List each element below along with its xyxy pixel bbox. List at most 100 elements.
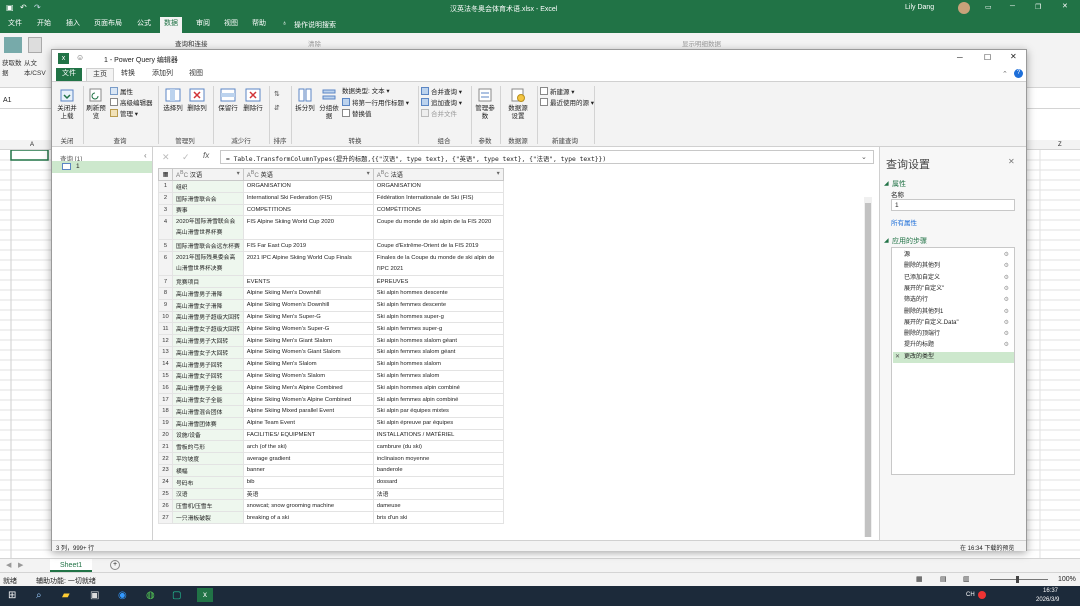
- table-cell[interactable]: Alpine Skiing Men's Giant Slalom: [242, 334, 374, 347]
- new-source-button[interactable]: 新建源 ▾: [540, 87, 575, 97]
- table-row[interactable]: 18 高山滑雪混合团体 Alpine Skiing Mixed parallel E…: [158, 404, 504, 418]
- row-number[interactable]: 20: [158, 428, 173, 442]
- table-cell[interactable]: Ski alpin hommes slalom: [372, 357, 504, 371]
- table-cell[interactable]: International Ski Federation (FIS): [242, 191, 374, 205]
- tab-page-layout[interactable]: 页面布局: [90, 17, 126, 33]
- applied-step[interactable]: 已添加自定义 ⚙: [893, 273, 1014, 284]
- zoom-slider-thumb[interactable]: [1016, 576, 1019, 583]
- accept-formula-icon[interactable]: ✓: [182, 152, 190, 163]
- row-number[interactable]: 14: [158, 357, 173, 371]
- zoom-slider[interactable]: [990, 579, 1048, 580]
- table-row[interactable]: 5 国际滑雪联合会远东杯赛 FIS Far East Cup 2019 Coupe d…: [158, 239, 504, 253]
- table-cell[interactable]: 一只滑板破裂: [172, 511, 244, 524]
- cancel-formula-icon[interactable]: ✕: [162, 152, 170, 163]
- table-cell[interactable]: Alpine Skiing Men's Super-G: [242, 310, 374, 324]
- column-header-french[interactable]: ABC 法语 ▾: [372, 168, 504, 181]
- step-settings-icon[interactable]: ⚙: [1004, 273, 1009, 284]
- applied-step[interactable]: 删除的顶端行 ⚙: [893, 329, 1014, 340]
- table-row[interactable]: 22 平均坡度 average gradient inclinaison moyenn…: [158, 452, 504, 465]
- row-number[interactable]: 18: [158, 404, 173, 418]
- table-cell[interactable]: 高山滑雪女子超级大回转: [172, 322, 244, 336]
- clear-button[interactable]: 清除: [308, 38, 321, 48]
- table-row[interactable]: 2 国际滑雪联合会 International Ski Federation (FI…: [158, 191, 504, 205]
- table-cell[interactable]: bib: [242, 475, 374, 489]
- step-settings-icon[interactable]: ⚙: [1004, 261, 1009, 272]
- row-number[interactable]: 16: [158, 381, 173, 395]
- input-language[interactable]: CH: [966, 592, 975, 598]
- table-cell[interactable]: inclinaison moyenne: [372, 452, 504, 465]
- table-cell[interactable]: Alpine Skiing Women's Slalom: [242, 369, 374, 383]
- row-number[interactable]: 10: [158, 310, 173, 324]
- table-cell[interactable]: 国际滑雪联合会: [172, 191, 244, 205]
- avatar[interactable]: [958, 2, 970, 14]
- table-cell[interactable]: Alpine Skiing Women's Downhill: [242, 298, 374, 312]
- table-cell[interactable]: 雪板的弓形: [172, 440, 244, 454]
- row-number[interactable]: 4: [158, 215, 173, 241]
- step-settings-icon[interactable]: ⚙: [1004, 318, 1009, 329]
- page-layout-view-icon[interactable]: ▤: [940, 575, 947, 583]
- keep-rows-button[interactable]: 保留行: [217, 87, 239, 113]
- choose-columns-button[interactable]: 选择列: [162, 87, 184, 113]
- table-cell[interactable]: Ski alpin femmes slalom: [372, 369, 504, 383]
- tab-file[interactable]: 文件: [4, 17, 26, 33]
- redo-icon[interactable]: ↷: [34, 3, 41, 12]
- row-number[interactable]: 23: [158, 463, 173, 477]
- pq-close-icon[interactable]: ✕: [1010, 52, 1017, 61]
- table-cell[interactable]: 法语: [372, 487, 504, 501]
- row-number[interactable]: 6: [158, 251, 173, 277]
- row-number[interactable]: 12: [158, 334, 173, 347]
- step-settings-icon[interactable]: ⚙: [1004, 340, 1009, 351]
- table-cell[interactable]: Alpine Skiing Men's Downhill: [242, 286, 374, 300]
- refresh-preview-button[interactable]: 刷新预览: [85, 87, 107, 121]
- table-cell[interactable]: FIS Far East Cup 2019: [242, 239, 374, 253]
- table-row[interactable]: 7 竞赛项目 EVENTS ÉPREUVES: [158, 275, 504, 288]
- table-cell[interactable]: Ski alpin épreuve par équipes: [372, 416, 504, 430]
- table-row[interactable]: 9 高山滑雪女子滑降 Alpine Skiing Women's Downhill S…: [158, 298, 504, 312]
- step-settings-icon[interactable]: ⚙: [1004, 307, 1009, 318]
- from-csv-button[interactable]: 从文本/CSV: [24, 57, 46, 77]
- collapse-properties-icon[interactable]: ◢: [884, 180, 889, 187]
- table-cell[interactable]: COMPÉTITIONS: [372, 203, 504, 217]
- row-number[interactable]: 7: [158, 275, 173, 288]
- pq-tab-home[interactable]: 主页: [86, 68, 114, 81]
- manage-button[interactable]: 管理 ▾: [110, 109, 138, 119]
- text-type-icon[interactable]: ABC: [247, 170, 259, 179]
- wechat-icon[interactable]: ◍: [146, 590, 155, 601]
- step-settings-icon[interactable]: ⚙: [1004, 329, 1009, 340]
- table-row[interactable]: 6 2021年国际残奥委会高山滑雪世界杯决赛 2021 IPC Alpine Ski…: [158, 251, 504, 277]
- table-cell[interactable]: Alpine Skiing Men's Alpine Combined: [242, 381, 374, 395]
- row-number[interactable]: 26: [158, 499, 173, 513]
- row-number[interactable]: 2: [158, 191, 173, 205]
- row-number[interactable]: 1: [158, 180, 173, 193]
- table-cell[interactable]: 设施/设备: [172, 428, 244, 442]
- status-accessibility[interactable]: 辅助功能: 一切就绪: [36, 576, 96, 586]
- table-cell[interactable]: cambrure (du ski): [372, 440, 504, 454]
- step-settings-icon[interactable]: ⚙: [1004, 295, 1009, 306]
- step-settings-icon[interactable]: ⚙: [1004, 250, 1009, 261]
- replace-values-button[interactable]: 替换值: [342, 109, 372, 119]
- table-cell[interactable]: Ski alpin femmes descente: [372, 298, 504, 312]
- col-a-header[interactable]: A: [30, 142, 34, 148]
- close-icon[interactable]: ✕: [1062, 2, 1068, 10]
- minimize-icon[interactable]: ─: [1010, 3, 1015, 10]
- recent-sources-button[interactable]: 最近使用的源 ▾: [540, 98, 594, 108]
- ime-icon[interactable]: [978, 591, 986, 599]
- table-cell[interactable]: dameuse: [372, 499, 504, 513]
- collapse-steps-icon[interactable]: ◢: [884, 237, 889, 244]
- table-cell[interactable]: 2021年国际残奥委会高山滑雪世界杯决赛: [172, 251, 244, 277]
- table-cell[interactable]: 汉语: [172, 487, 244, 501]
- row-number[interactable]: 24: [158, 475, 173, 489]
- table-row[interactable]: 13 高山滑雪女子大回转 Alpine Skiing Women's Giant S…: [158, 345, 504, 359]
- row-number[interactable]: 19: [158, 416, 173, 430]
- row-number[interactable]: 22: [158, 452, 173, 465]
- table-cell[interactable]: Fédération Internationale de Ski (FIS): [372, 191, 504, 205]
- table-cell[interactable]: 高山滑雪女子大回转: [172, 345, 244, 359]
- zoom-level[interactable]: 100%: [1058, 576, 1076, 583]
- column-header-english[interactable]: ABC 英语 ▾: [242, 168, 374, 181]
- text-type-icon[interactable]: ABC: [176, 170, 188, 179]
- close-load-button[interactable]: 关闭并上载: [54, 87, 80, 121]
- manage-parameters-button[interactable]: 管理参数: [473, 87, 497, 121]
- row-number[interactable]: 25: [158, 487, 173, 501]
- applied-step[interactable]: 删除的其他列1 ⚙: [893, 307, 1014, 318]
- table-cell[interactable]: Ski alpin hommes descente: [372, 286, 504, 300]
